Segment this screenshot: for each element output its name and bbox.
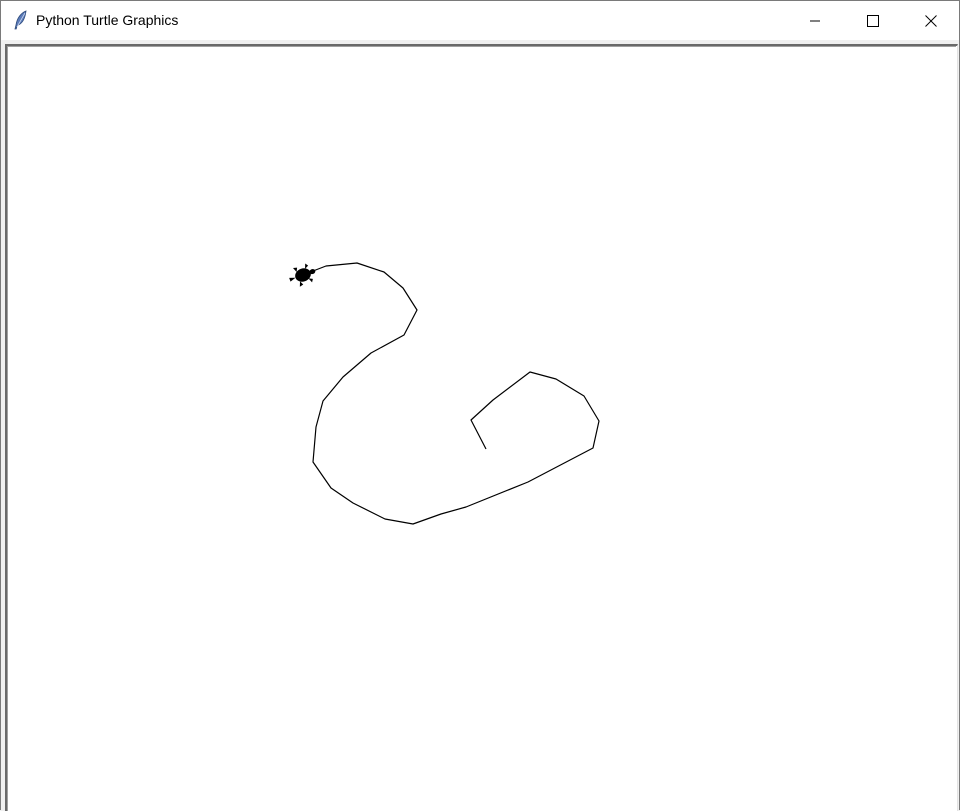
canvas-frame — [5, 44, 958, 811]
title-bar[interactable]: Python Turtle Graphics — [1, 1, 959, 40]
window-title: Python Turtle Graphics — [36, 12, 179, 28]
maximize-icon — [867, 14, 879, 27]
feather-icon — [14, 10, 27, 30]
turtle-icon — [289, 263, 316, 287]
close-button[interactable] — [902, 1, 960, 40]
turtle-path — [312, 262, 600, 525]
close-icon — [925, 14, 937, 27]
drawing-surface — [289, 262, 600, 525]
turtle-canvas[interactable] — [7, 46, 956, 811]
turtle-window: Python Turtle Graphics — [0, 0, 960, 811]
minimize-icon — [810, 20, 820, 21]
maximize-button[interactable] — [844, 1, 902, 40]
minimize-button[interactable] — [786, 1, 844, 40]
window-client-area — [1, 40, 959, 811]
